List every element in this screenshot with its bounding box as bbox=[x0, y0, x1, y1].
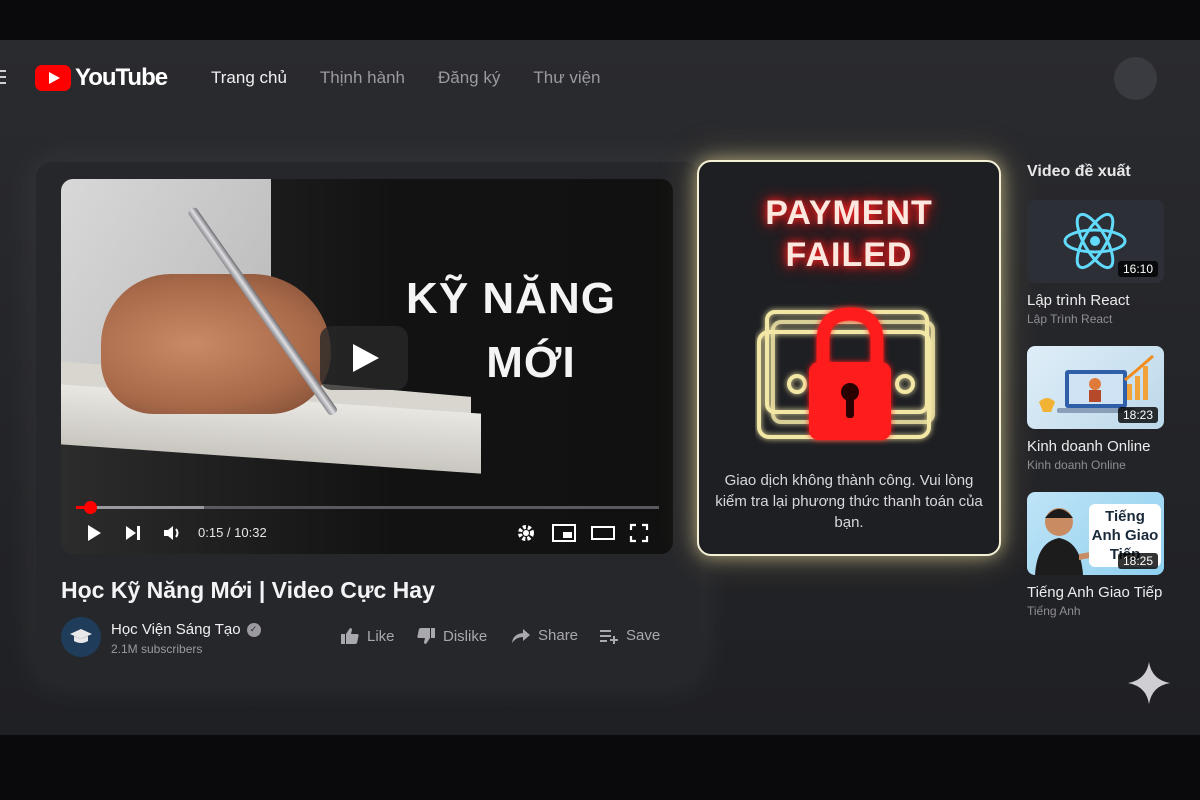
like-label: Like bbox=[367, 627, 395, 645]
next-icon[interactable] bbox=[124, 522, 142, 544]
channel-name-row[interactable]: Học Viện Sáng Tạo ✓ bbox=[111, 621, 261, 638]
logo-text: YouTube bbox=[75, 64, 168, 91]
recommended-item[interactable]: Tiếng Anh Giao Tiếp 18:25 Tiếng Anh Giao… bbox=[1027, 492, 1164, 618]
letterbox-bottom bbox=[0, 735, 1200, 800]
recommended-thumbnail: 16:10 bbox=[1027, 200, 1164, 283]
recommended-thumbnail: 18:23 bbox=[1027, 346, 1164, 429]
channel-name: Học Viện Sáng Tạo bbox=[111, 621, 241, 638]
thumbnail-title-line2: MỚI bbox=[486, 338, 576, 387]
recommended-item[interactable]: 16:10 Lập trình React Lập Trình React bbox=[1027, 200, 1164, 326]
recommended-channel: Lập Trình React bbox=[1027, 312, 1113, 326]
account-avatar[interactable] bbox=[1114, 57, 1157, 100]
player-controls: 0:15 / 10:32 bbox=[86, 522, 673, 544]
big-play-button[interactable] bbox=[320, 326, 408, 390]
nav-home[interactable]: Trang chủ bbox=[211, 68, 287, 88]
thumbs-up-icon bbox=[341, 628, 359, 644]
recommended-channel: Tiếng Anh bbox=[1027, 604, 1081, 618]
duration-badge: 18:25 bbox=[1117, 553, 1158, 569]
save-playlist-icon bbox=[600, 629, 618, 644]
letterbox-top bbox=[0, 0, 1200, 40]
duration-badge: 16:10 bbox=[1117, 261, 1158, 277]
payment-failed-card: PAYMENT FAILED Giao dịch không thành côn… bbox=[697, 160, 1001, 556]
duration-badge: 18:23 bbox=[1117, 407, 1158, 423]
recommended-title: Tiếng Anh Giao Tiếp bbox=[1027, 584, 1163, 601]
payment-failed-message: Giao dịch không thành công. Vui lòng kiể… bbox=[715, 472, 983, 531]
video-player[interactable]: KỸ NĂNG MỚI 0:15 / 10:32 bbox=[61, 179, 673, 554]
dislike-label: Dislike bbox=[443, 627, 488, 645]
recommended-thumbnail: Tiếng Anh Giao Tiếp 18:25 bbox=[1027, 492, 1164, 575]
nav-library[interactable]: Thư viện bbox=[533, 68, 600, 88]
volume-icon[interactable] bbox=[162, 522, 182, 544]
payment-title-line2: FAILED bbox=[785, 236, 913, 274]
menu-icon[interactable] bbox=[0, 70, 6, 84]
graduation-cap-icon bbox=[70, 629, 92, 643]
verified-icon: ✓ bbox=[246, 622, 261, 637]
share-label: Share bbox=[538, 627, 579, 644]
save-button[interactable]: Save bbox=[599, 627, 660, 644]
like-button[interactable]: Like bbox=[340, 627, 395, 645]
progress-scrubber[interactable] bbox=[83, 501, 97, 514]
share-button[interactable]: Share bbox=[511, 627, 578, 644]
time-display: 0:15 / 10:32 bbox=[198, 525, 267, 540]
save-label: Save bbox=[626, 627, 661, 644]
theater-icon[interactable] bbox=[591, 522, 615, 544]
nav-subscriptions[interactable]: Đăng ký bbox=[438, 68, 500, 88]
youtube-play-icon bbox=[35, 65, 71, 91]
channel-avatar[interactable] bbox=[61, 617, 101, 657]
payment-failed-title: PAYMENT FAILED bbox=[699, 192, 999, 276]
play-icon[interactable] bbox=[86, 522, 102, 544]
thumbnail-hand bbox=[101, 274, 331, 414]
recommended-title: Kinh doanh Online bbox=[1027, 438, 1151, 455]
recommended-heading: Video đề xuất bbox=[1027, 163, 1131, 180]
payment-title-line1: PAYMENT bbox=[765, 194, 933, 232]
recommended-channel: Kinh doanh Online bbox=[1027, 458, 1126, 472]
sparkle-icon bbox=[1128, 662, 1170, 704]
progress-bar[interactable] bbox=[76, 501, 659, 514]
video-card: KỸ NĂNG MỚI 0:15 / 10:32 Học Kỹ Năng Mới… bbox=[36, 162, 700, 681]
fullscreen-icon[interactable] bbox=[629, 522, 649, 544]
top-nav: Trang chủ Thịnh hành Đăng ký Thư viện bbox=[211, 68, 601, 88]
settings-icon[interactable] bbox=[516, 522, 536, 544]
app-window: YouTube Trang chủ Thịnh hành Đăng ký Thư… bbox=[0, 40, 1200, 735]
miniplayer-icon[interactable] bbox=[552, 522, 576, 544]
thumbs-down-icon bbox=[417, 628, 435, 644]
subscriber-count: 2.1M subscribers bbox=[111, 642, 203, 656]
thumbnail-title: KỸ NĂNG MỚI bbox=[383, 267, 639, 395]
video-title: Học Kỹ Năng Mới | Video Cực Hay bbox=[61, 577, 435, 603]
nav-trending[interactable]: Thịnh hành bbox=[320, 68, 405, 88]
money-lock-icon bbox=[757, 307, 935, 440]
recommended-title: Lập trình React bbox=[1027, 292, 1130, 309]
share-icon bbox=[512, 628, 530, 643]
thumbnail-title-line1: KỸ NĂNG bbox=[406, 274, 616, 323]
youtube-logo[interactable]: YouTube bbox=[35, 64, 168, 92]
dislike-button[interactable]: Dislike bbox=[416, 627, 487, 645]
recommended-item[interactable]: 18:23 Kinh doanh Online Kinh doanh Onlin… bbox=[1027, 346, 1164, 472]
